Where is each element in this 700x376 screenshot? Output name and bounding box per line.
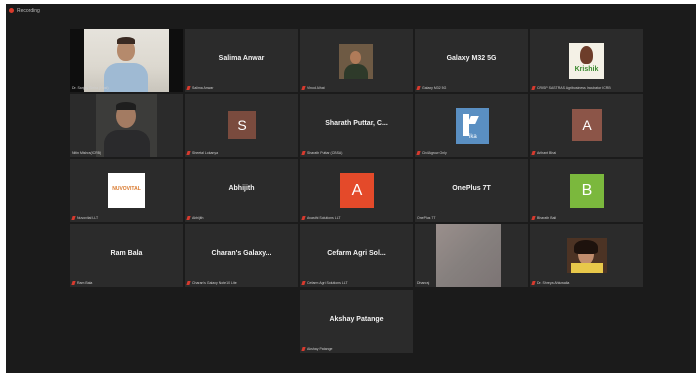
video-tile[interactable]: Galaxy M32 5G Galaxy M32 5G — [415, 29, 528, 92]
mic-muted-icon — [301, 281, 306, 285]
video-tile[interactable]: Dr. Shreya Ahluwalia — [530, 224, 643, 287]
participant-name: OnePlus 7T — [452, 185, 491, 192]
participant-label: CivilAgrow Only — [416, 150, 447, 156]
profile-picture — [567, 238, 607, 273]
mic-muted-icon — [531, 151, 536, 155]
video-tile[interactable]: Salima Anwar Salima Anwar — [185, 29, 298, 92]
video-tile[interactable]: Vinod Alhat — [300, 29, 413, 92]
mic-muted-icon — [186, 151, 191, 155]
participant-label: Galaxy M32 5G — [416, 85, 446, 91]
video-tile[interactable]: Ram Bala Ram Bala — [70, 224, 183, 287]
video-tile[interactable]: OnePlus 7T OnePlus 7T — [415, 159, 528, 222]
recording-indicator[interactable]: Recording — [6, 4, 699, 17]
video-tile[interactable]: Dhanraj — [415, 224, 528, 287]
video-tile[interactable]: ika CivilAgrow Only — [415, 94, 528, 157]
mic-muted-icon — [531, 281, 536, 285]
video-tile[interactable]: Abhijith Abhijith — [185, 159, 298, 222]
avatar: B — [570, 174, 604, 208]
participant-label: Sharath Puttar (CBSA) — [301, 150, 342, 156]
participant-label: Vinod Alhat — [301, 85, 325, 91]
video-tile[interactable]: A Arihant Bhai — [530, 94, 643, 157]
mic-muted-icon — [186, 216, 191, 220]
participant-name: Akshay Patange — [329, 316, 384, 323]
mic-muted-icon — [186, 281, 191, 285]
mic-muted-icon — [71, 281, 76, 285]
participant-label: Ram Bala — [71, 280, 92, 286]
participant-label: Charan's Galaxy Note10 Lite — [186, 280, 237, 286]
krishik-logo: Krishik — [569, 43, 604, 79]
mic-muted-icon — [416, 86, 421, 90]
mic-muted-icon — [416, 151, 421, 155]
participant-label: Avasthi Solutions LLT — [301, 215, 341, 221]
video-tile[interactable]: Krishik CRISP SASTRAS Agribusiness Incub… — [530, 29, 643, 92]
participant-label: Arihant Bhai — [531, 150, 556, 156]
civilagrow-logo: ika — [456, 108, 489, 144]
video-tile[interactable]: NUVOVITAL Nuvovital LLT — [70, 159, 183, 222]
participant-label: CRISP SASTRAS Agribusiness Incubator ICR… — [531, 85, 611, 91]
video-tile[interactable]: S Sheetal Lokanya — [185, 94, 298, 157]
video-tile[interactable]: Sharath Puttar, C... Sharath Puttar (CBS… — [300, 94, 413, 157]
mic-muted-icon — [301, 347, 306, 351]
participant-name: Charan's Galaxy... — [211, 250, 272, 257]
participant-label: Dhanraj — [417, 281, 430, 285]
mic-muted-icon — [531, 86, 536, 90]
participant-label: Cefarm Agri Solutions LLT — [301, 280, 348, 286]
participant-name: Abhijith — [228, 185, 255, 192]
record-icon — [9, 8, 14, 13]
participant-label: Akshay Patange — [301, 346, 333, 352]
participant-label: Nuvovital LLT — [71, 215, 98, 221]
participant-label: Abhijith — [186, 215, 203, 221]
video-tile[interactable]: A Avasthi Solutions LLT — [300, 159, 413, 222]
participant-label: Nitin Mishra(ICRB) — [72, 151, 102, 155]
participant-name: Cefarm Agri Sol... — [327, 250, 386, 257]
mic-muted-icon — [301, 216, 306, 220]
nuvovital-logo: NUVOVITAL — [108, 173, 145, 208]
participant-video — [96, 94, 157, 157]
participant-label: Dr. Shreya Ahluwalia — [531, 280, 569, 286]
video-tile[interactable]: Akshay Patange Akshay Patange — [300, 290, 413, 353]
avatar: A — [572, 109, 602, 141]
participant-label: Dr. Sanjay Sinha (Host) — [72, 86, 109, 90]
participant-name: Sharath Puttar, C... — [325, 120, 388, 127]
participant-name: Ram Bala — [110, 250, 143, 257]
participant-label: OnePlus 7T — [417, 216, 436, 220]
meeting-window: Recording Dr. Sanjay Sinha (Host) Salima… — [6, 4, 696, 373]
mic-muted-icon — [301, 86, 306, 90]
participant-label: Salima Anwar — [186, 85, 213, 91]
avatar: A — [340, 173, 374, 208]
recording-label: Recording — [17, 7, 40, 14]
video-tile[interactable]: B Bharath Bali — [530, 159, 643, 222]
participant-video — [70, 29, 183, 92]
video-tile[interactable]: Nitin Mishra(ICRB) — [70, 94, 183, 157]
video-tile[interactable]: Dr. Sanjay Sinha (Host) — [70, 29, 183, 92]
participant-label: Bharath Bali — [531, 215, 556, 221]
mic-muted-icon — [71, 216, 76, 220]
participant-video — [436, 224, 501, 287]
mic-muted-icon — [301, 151, 306, 155]
mic-muted-icon — [531, 216, 536, 220]
participant-name: Salima Anwar — [218, 55, 265, 62]
video-tile[interactable]: Charan's Galaxy... Charan's Galaxy Note1… — [185, 224, 298, 287]
video-tile[interactable]: Cefarm Agri Sol... Cefarm Agri Solutions… — [300, 224, 413, 287]
participant-name: Galaxy M32 5G — [446, 55, 497, 62]
participant-label: Sheetal Lokanya — [186, 150, 218, 156]
profile-picture — [339, 44, 373, 79]
mic-muted-icon — [186, 86, 191, 90]
avatar: S — [228, 111, 256, 139]
